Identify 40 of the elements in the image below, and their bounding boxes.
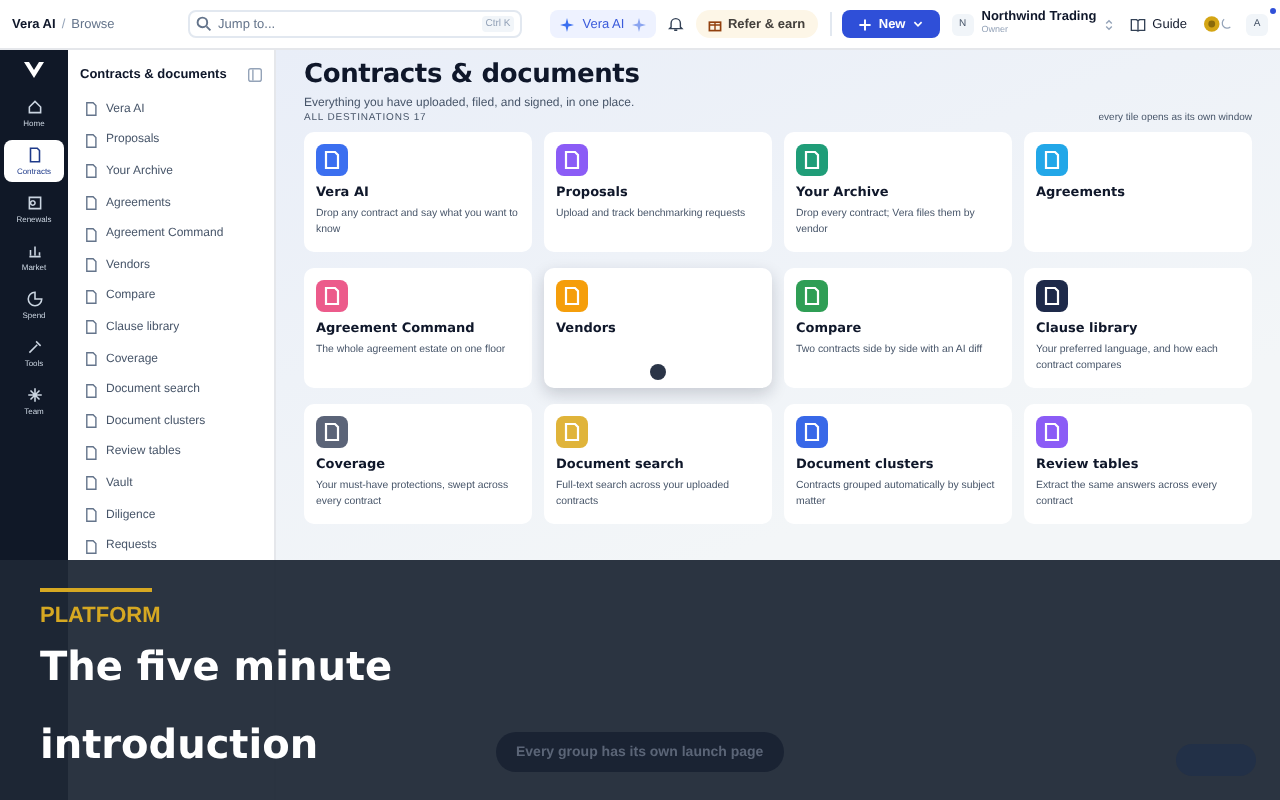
wrench-icon <box>25 338 43 356</box>
collapse-icon[interactable] <box>248 67 262 81</box>
caret-icon <box>911 18 924 30</box>
page-icon <box>84 383 98 398</box>
chevrons-icon <box>1104 17 1115 31</box>
document-icon <box>25 146 43 164</box>
gift-icon <box>707 17 722 31</box>
search-icon <box>196 16 213 32</box>
page-icon <box>84 289 98 304</box>
notification-dot-icon <box>1270 7 1277 13</box>
page-icon <box>84 258 98 273</box>
bar-chart-icon <box>25 242 43 260</box>
page-icon <box>84 164 98 179</box>
theme-toggle-icon[interactable] <box>1203 14 1235 34</box>
page-icon <box>84 476 98 491</box>
page-title: Contracts & documents <box>304 60 642 90</box>
pie-chart-icon <box>25 290 43 308</box>
page-icon <box>84 539 98 554</box>
house-icon <box>25 98 43 116</box>
page-icon <box>84 508 98 523</box>
page-icon <box>84 102 98 117</box>
logo-icon[interactable] <box>24 62 44 78</box>
page-icon <box>84 445 98 460</box>
sparkle-icon <box>25 386 43 404</box>
page-icon <box>84 414 98 429</box>
plus-icon <box>858 17 873 31</box>
accent-bar <box>40 588 152 592</box>
page-icon <box>84 133 98 148</box>
book-icon <box>1130 17 1147 31</box>
video-title: introduction <box>40 718 319 772</box>
page-icon <box>84 227 98 242</box>
page-icon <box>84 196 98 211</box>
bell-icon[interactable] <box>668 14 684 34</box>
cursor-dot-icon <box>650 364 666 380</box>
eyebrow-label: PLATFORM <box>40 604 161 628</box>
sparkle-icon <box>560 17 575 31</box>
page-icon <box>84 352 98 367</box>
page-icon <box>84 320 98 335</box>
video-title: The five minute <box>40 640 393 694</box>
sparkle-icon <box>632 17 647 31</box>
